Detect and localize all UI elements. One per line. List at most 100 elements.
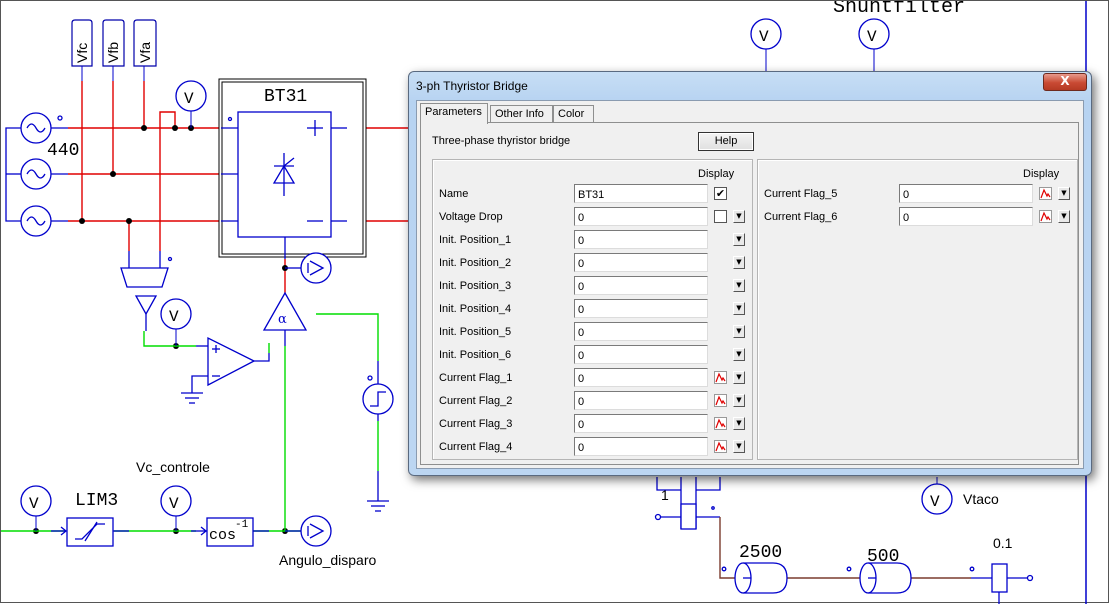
parameter-value-input[interactable] [574,391,708,410]
voltmeter-label: V [184,90,194,108]
parameter-value-input[interactable] [574,207,708,226]
dropdown-arrow-icon[interactable]: ▼ [733,302,745,315]
waveform-display-icon[interactable] [1039,187,1052,200]
parameters-group-left: Display Name✔Voltage Drop▼Init. Position… [432,159,753,460]
probe-vfb[interactable]: Vfb [102,19,125,67]
tab-other-info[interactable]: Other Info [490,105,553,123]
parameter-row: Init. Position_3 ▼ [433,276,752,297]
parameter-value-input[interactable] [574,253,708,272]
voltmeter-vtaco[interactable]: V [921,477,953,515]
display-checkbox[interactable]: ✔ [714,187,727,200]
dropdown-arrow-icon[interactable]: ▼ [733,348,745,361]
parameter-value-input[interactable] [574,184,708,203]
parameter-value-input[interactable] [574,437,708,456]
parameter-row: Init. Position_6 ▼ [433,345,752,366]
ac-sources[interactable] [5,112,68,237]
parameter-row: Name ✔ [433,184,752,205]
shunt-filter-label: Shuntfilter [833,1,965,19]
voltmeter-sensor[interactable]: V [160,298,192,346]
parameter-row: Init. Position_5 ▼ [433,322,752,343]
lim3-label: LIM3 [75,491,118,511]
parameters-panel: Three-phase thyristor bridge Help Displa… [420,122,1079,465]
tab-color[interactable]: Color [553,105,594,123]
thyristor-bridge-bt31[interactable]: BT31 [218,78,367,259]
arccos-block[interactable]: cos -1 [191,517,269,547]
display-checkbox[interactable] [714,210,727,223]
dropdown-arrow-icon[interactable]: ▼ [733,279,745,292]
voltmeter-vc[interactable]: V [160,485,192,531]
waveform-display-icon[interactable] [714,417,727,430]
parameter-label: Init. Position_2 [439,257,512,269]
display-header: Display [1023,168,1060,180]
probe-vfc[interactable]: Vfc [71,19,93,67]
dropdown-arrow-icon[interactable]: ▼ [733,440,745,453]
tab-parameters[interactable]: Parameters [420,103,488,124]
parameter-label: Init. Position_4 [439,303,512,315]
parameter-label: Current Flag_1 [439,372,513,384]
parameter-value-input[interactable] [574,414,708,433]
voltmeter-label: V [867,28,877,46]
parameter-label: Init. Position_3 [439,280,512,292]
waveform-display-icon[interactable] [714,440,727,453]
dropdown-arrow-icon[interactable]: ▼ [733,371,745,384]
parameter-row: Init. Position_1 ▼ [433,230,752,251]
dropdown-arrow-icon[interactable]: ▼ [1058,210,1070,223]
parameter-label: Current Flag_5 [764,188,838,200]
parameter-value-input[interactable] [899,207,1033,226]
parameter-value-input[interactable] [574,276,708,295]
op-amp-comparator[interactable] [181,336,270,404]
gain-block[interactable] [654,477,721,530]
close-icon: X [1060,74,1070,88]
parameter-label: Current Flag_4 [439,441,513,453]
probe-vfa[interactable]: Vfa [133,19,157,67]
dropdown-arrow-icon[interactable]: ▼ [733,210,745,223]
dropdown-arrow-icon[interactable]: ▼ [733,394,745,407]
parameter-row: Current Flag_3 ▼ [433,414,752,435]
parameter-value-input[interactable] [574,299,708,318]
dropdown-arrow-icon[interactable]: ▼ [733,233,745,246]
alpha-controller[interactable]: α [262,291,308,346]
voltmeter-shunt-1[interactable]: V [750,18,782,73]
parameter-row: Current Flag_2 ▼ [433,391,752,412]
alpha-symbol: α [278,312,287,327]
waveform-display-icon[interactable] [1039,210,1052,223]
parameter-value-input[interactable] [574,322,708,341]
waveform-display-icon[interactable] [714,394,727,407]
source-voltage-label: 440 [47,141,79,161]
parameter-value-input[interactable] [574,345,708,364]
voltmeter-label: V [759,28,769,46]
parameter-row: Current Flag_1 ▼ [433,368,752,389]
dialog-client: Parameters Other Info Color Three-phase … [416,100,1084,469]
voltmeter-line[interactable]: V [175,80,207,128]
help-button[interactable]: Help [698,132,754,151]
voltmeter-label: V [169,495,179,513]
parameter-value-input[interactable] [574,230,708,249]
cos-label: cos [209,527,236,544]
parameter-row: Current Flag_4 ▼ [433,437,752,458]
dropdown-arrow-icon[interactable]: ▼ [733,325,745,338]
vc-controle-label: Vc_controle [136,459,210,475]
dropdown-arrow-icon[interactable]: ▼ [1058,187,1070,200]
vfb-label: Vfb [105,42,121,63]
close-button[interactable]: X [1043,73,1087,91]
voltmeter-label: V [169,308,179,326]
voltmeter-shunt-2[interactable]: V [858,18,890,73]
parameter-value-input[interactable] [574,368,708,387]
angle-output-meter[interactable] [285,515,332,547]
damper-01[interactable] [969,563,1034,604]
voltmeter-label: V [29,495,39,513]
thyristor-bridge-dialog: 3-ph Thyristor Bridge X Parameters Other… [408,71,1092,476]
bridge-name-label: BT31 [264,87,307,107]
dialog-titlebar[interactable]: 3-ph Thyristor Bridge X [409,72,1091,100]
display-header: Display [698,168,735,180]
parameter-row: Current Flag_6 ▼ [758,207,1077,228]
parameter-label: Current Flag_6 [764,211,838,223]
parameter-value-input[interactable] [899,184,1033,203]
vfa-label: Vfa [137,42,153,63]
waveform-display-icon[interactable] [714,371,727,384]
limiter-block[interactable] [51,517,129,547]
dropdown-arrow-icon[interactable]: ▼ [733,417,745,430]
voltmeter-input[interactable]: V [20,485,52,531]
dropdown-arrow-icon[interactable]: ▼ [733,256,745,269]
dialog-title: 3-ph Thyristor Bridge [416,79,528,93]
